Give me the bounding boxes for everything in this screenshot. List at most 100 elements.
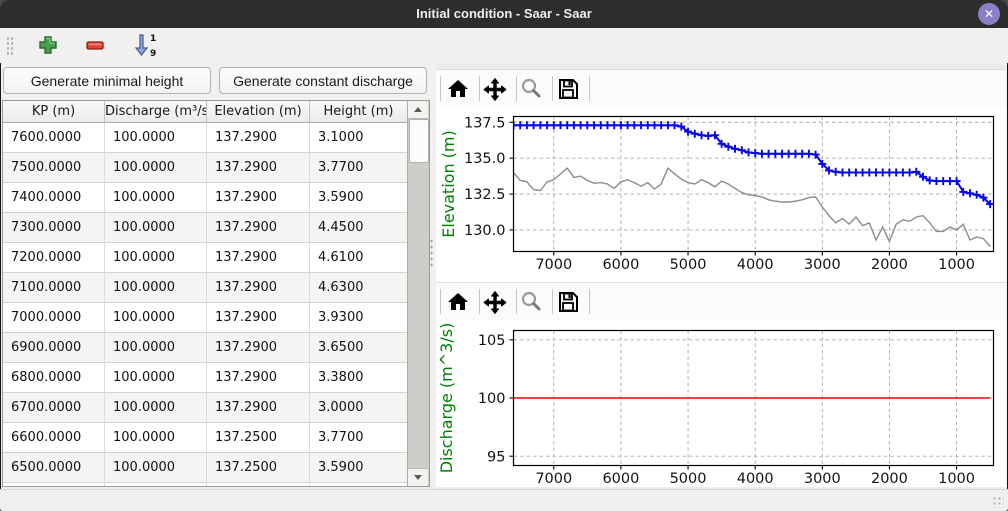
- table-cell[interactable]: [105, 483, 207, 487]
- remove-row-button[interactable]: [81, 31, 109, 59]
- table-cell[interactable]: 6900.0000: [3, 333, 105, 363]
- table-cell[interactable]: 137.2900: [207, 303, 310, 333]
- close-button[interactable]: ✕: [978, 3, 1000, 25]
- table-cell[interactable]: 100.0000: [105, 273, 207, 303]
- table-cell[interactable]: 7600.0000: [3, 123, 105, 153]
- remove-icon: [84, 34, 106, 56]
- table-cell[interactable]: 137.2500: [207, 453, 310, 483]
- table-cell[interactable]: 7300.0000: [3, 213, 105, 243]
- resize-grip[interactable]: [992, 496, 1004, 508]
- table-cell[interactable]: 4.6300: [310, 273, 408, 303]
- table-cell[interactable]: 3.7700: [310, 423, 408, 453]
- table-cell[interactable]: 137.2900: [207, 153, 310, 183]
- zoom-button[interactable]: [517, 75, 545, 102]
- x-tick-label: 7000: [535, 471, 572, 487]
- table-cell[interactable]: 137.2900: [207, 333, 310, 363]
- table-cell[interactable]: 100.0000: [105, 423, 207, 453]
- save-button[interactable]: [554, 288, 582, 315]
- table-cell[interactable]: 3.1000: [310, 123, 408, 153]
- toolbar-separator: [589, 289, 590, 314]
- table-cell[interactable]: 3.9300: [310, 303, 408, 333]
- save-icon: [556, 77, 580, 101]
- x-tick-label: 5000: [670, 471, 707, 487]
- table-cell[interactable]: 3.7700: [310, 153, 408, 183]
- table-cell[interactable]: 7100.0000: [3, 273, 105, 303]
- scroll-down-button[interactable]: [408, 468, 428, 486]
- table-cell[interactable]: [310, 483, 408, 487]
- table-cell[interactable]: 100.0000: [105, 303, 207, 333]
- table-cell[interactable]: 100.0000: [105, 213, 207, 243]
- elevation-plot-canvas[interactable]: 7000600050004000300020001000137.5135.013…: [436, 107, 1006, 282]
- table-cell[interactable]: 137.2900: [207, 123, 310, 153]
- app-toolbar: 1 9: [0, 28, 1008, 63]
- sort-rows-button[interactable]: 1 9: [132, 31, 160, 59]
- scroll-up-button[interactable]: [408, 101, 428, 119]
- table-cell[interactable]: 6600.0000: [3, 423, 105, 453]
- x-tick-label: 6000: [602, 471, 639, 487]
- table-scrollbar[interactable]: [407, 101, 429, 486]
- table-row: [3, 483, 408, 487]
- table-cell[interactable]: 3.5900: [310, 183, 408, 213]
- table-cell[interactable]: 7000.0000: [3, 303, 105, 333]
- toolbar-separator: [440, 289, 441, 314]
- table-cell[interactable]: 137.2500: [207, 423, 310, 453]
- add-icon: [37, 34, 59, 56]
- table-cell[interactable]: 6700.0000: [3, 393, 105, 423]
- table-cell[interactable]: 7500.0000: [3, 153, 105, 183]
- table-cell[interactable]: 137.2900: [207, 363, 310, 393]
- discharge-plot-canvas[interactable]: 700060005000400030002000100010510095Disc…: [436, 320, 1006, 487]
- table-cell[interactable]: [3, 483, 105, 487]
- save-button[interactable]: [554, 75, 582, 102]
- table-cell[interactable]: 100.0000: [105, 153, 207, 183]
- table-cell[interactable]: 7400.0000: [3, 183, 105, 213]
- y-tick-label: 137.5: [464, 115, 506, 131]
- panel-splitter[interactable]: [429, 238, 434, 268]
- table-cell[interactable]: 3.6500: [310, 333, 408, 363]
- y-tick-label: 132.5: [464, 187, 506, 203]
- table-cell[interactable]: 100.0000: [105, 363, 207, 393]
- table-cell[interactable]: 137.2900: [207, 393, 310, 423]
- table-cell[interactable]: 137.2900: [207, 243, 310, 273]
- home-button[interactable]: [444, 75, 472, 102]
- x-tick-label: 1000: [938, 471, 975, 487]
- column-header[interactable]: Discharge (m³/s): [105, 101, 207, 123]
- table-cell[interactable]: 3.3800: [310, 363, 408, 393]
- table-cell[interactable]: 100.0000: [105, 333, 207, 363]
- table-cell[interactable]: 4.4500: [310, 213, 408, 243]
- pan-button[interactable]: [481, 288, 509, 315]
- generate-minimal-height-button[interactable]: Generate minimal height: [3, 67, 211, 94]
- table-row: 7000.0000100.0000137.29003.9300: [3, 303, 408, 333]
- column-header[interactable]: Height (m): [310, 101, 408, 123]
- table-row: 6800.0000100.0000137.29003.3800: [3, 363, 408, 393]
- table-cell[interactable]: 100.0000: [105, 183, 207, 213]
- column-header[interactable]: Elevation (m): [207, 101, 310, 123]
- pan-button[interactable]: [481, 75, 509, 102]
- table-cell[interactable]: 100.0000: [105, 123, 207, 153]
- table-cell[interactable]: 6800.0000: [3, 363, 105, 393]
- scrollbar-thumb[interactable]: [409, 119, 429, 163]
- elevation-plot[interactable]: 7000600050004000300020001000137.5135.013…: [436, 107, 1006, 282]
- table-cell[interactable]: 4.6100: [310, 243, 408, 273]
- column-header[interactable]: KP (m): [3, 101, 105, 123]
- add-row-button[interactable]: [34, 31, 62, 59]
- table-cell[interactable]: [207, 483, 310, 487]
- table-cell[interactable]: 137.2900: [207, 213, 310, 243]
- home-button[interactable]: [444, 288, 472, 315]
- table-cell[interactable]: 137.2900: [207, 273, 310, 303]
- table-cell[interactable]: 6500.0000: [3, 453, 105, 483]
- table-row: 7600.0000100.0000137.29003.1000: [3, 123, 408, 153]
- table-cell[interactable]: 7200.0000: [3, 243, 105, 273]
- table-cell[interactable]: 100.0000: [105, 453, 207, 483]
- table-row: 6600.0000100.0000137.25003.7700: [3, 423, 408, 453]
- table-cell[interactable]: 100.0000: [105, 393, 207, 423]
- table-cell[interactable]: 3.0000: [310, 393, 408, 423]
- zoom-button[interactable]: [517, 288, 545, 315]
- generate-constant-discharge-button[interactable]: Generate constant discharge: [219, 67, 427, 94]
- table-cell[interactable]: 3.5900: [310, 453, 408, 483]
- discharge-plot[interactable]: 700060005000400030002000100010510095Disc…: [436, 320, 1006, 487]
- table-cell[interactable]: 137.2900: [207, 183, 310, 213]
- toolbar-separator: [440, 76, 441, 101]
- arrow-down-icon: [414, 475, 422, 480]
- table-cell[interactable]: 100.0000: [105, 243, 207, 273]
- toolbar-grip[interactable]: [6, 36, 13, 56]
